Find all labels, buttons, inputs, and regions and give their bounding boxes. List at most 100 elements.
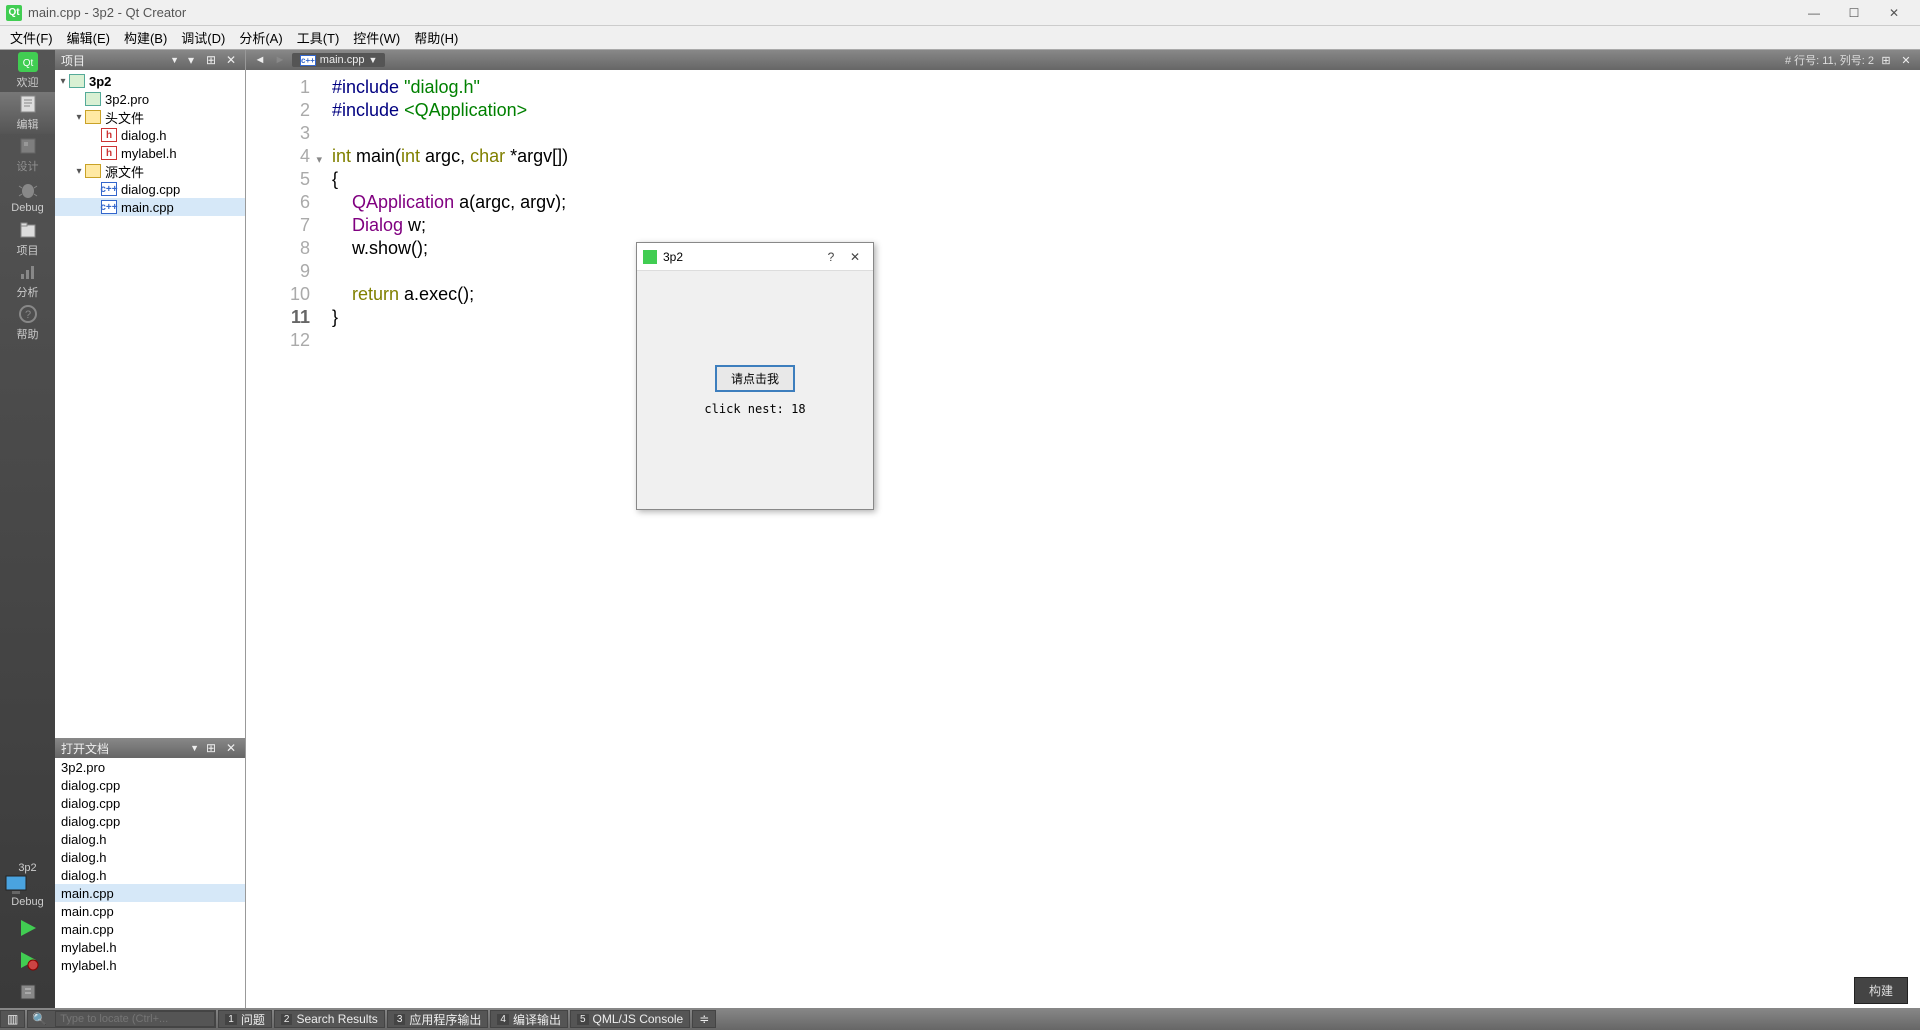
mode-label: 帮助 (17, 326, 39, 342)
project-panel-title: 项目 (61, 52, 166, 69)
running-app-close-button[interactable]: ✕ (843, 250, 867, 264)
running-app-help-button[interactable]: ? (819, 250, 843, 264)
open-doc-item[interactable]: mylabel.h (55, 956, 245, 974)
output-pane-1[interactable]: 1问题 (218, 1010, 272, 1028)
chevron-down-icon[interactable]: ▼ (368, 55, 377, 65)
tree-row[interactable]: h mylabel.h (55, 144, 245, 162)
open-doc-item[interactable]: dialog.cpp (55, 812, 245, 830)
tree-label: main.cpp (121, 200, 174, 215)
output-pane-5[interactable]: 5QML/JS Console (570, 1010, 690, 1028)
click-count-label: click nest: 18 (704, 402, 805, 416)
maximize-button[interactable]: ☐ (1834, 1, 1874, 25)
main-area: Qt欢迎编辑设计Debug 项目分析? 帮助 3p2 Debug 项目 ▼ ▾ ⊞ … (0, 50, 1920, 1008)
mode-欢迎[interactable]: Qt欢迎 (0, 50, 55, 92)
kit-project-label: 3p2 (2, 862, 53, 874)
output-pane-3[interactable]: 3应用程序输出 (387, 1010, 489, 1028)
open-docs-list[interactable]: 3p2.prodialog.cppdialog.cppdialog.cppdia… (55, 758, 245, 1008)
menu-item[interactable]: 工具(T) (291, 26, 346, 49)
locator[interactable]: 🔍 (27, 1010, 216, 1028)
menu-item[interactable]: 文件(F) (4, 26, 59, 49)
open-doc-item[interactable]: dialog.h (55, 848, 245, 866)
output-pane-4[interactable]: 4编译输出 (490, 1010, 568, 1028)
split-icon[interactable]: ⊞ (203, 52, 219, 68)
proj-icon (17, 220, 39, 240)
menu-item[interactable]: 构建(B) (118, 26, 173, 49)
tree-row[interactable]: ▾3p2 (55, 72, 245, 90)
file-tab[interactable]: c++ main.cpp ▼ (292, 53, 385, 67)
open-doc-item[interactable]: 3p2.pro (55, 758, 245, 776)
mode-分析[interactable]: 分析 (0, 260, 55, 302)
chart-icon (17, 262, 39, 282)
filter-icon[interactable]: ▾ (183, 52, 199, 68)
tree-row[interactable]: ▾头文件 (55, 108, 245, 126)
svg-text:Qt: Qt (22, 58, 33, 69)
build-progress-badge[interactable]: 构建 (1854, 977, 1908, 1004)
click-me-button[interactable]: 请点击我 (715, 365, 795, 392)
project-icon (69, 74, 85, 88)
mode-bar: Qt欢迎编辑设计Debug 项目分析? 帮助 3p2 Debug (0, 50, 55, 1008)
mode-label: 编辑 (17, 116, 39, 132)
tree-row[interactable]: hdialog.h (55, 126, 245, 144)
output-pane-2[interactable]: 2Search Results (274, 1010, 385, 1028)
menu-item[interactable]: 调试(D) (175, 26, 231, 49)
code-editor[interactable]: 1234▾56789101112 #include "dialog.h"#inc… (246, 70, 1920, 1008)
tree-row[interactable]: ▾源文件 (55, 162, 245, 180)
h-icon: h (101, 128, 117, 142)
close-button[interactable]: ✕ (1874, 1, 1914, 25)
debug-run-button[interactable] (0, 944, 55, 976)
tree-row[interactable]: c++main.cpp (55, 198, 245, 216)
code-content[interactable]: #include "dialog.h"#include <QApplicatio… (318, 70, 568, 1008)
open-doc-item[interactable]: main.cpp (55, 884, 245, 902)
nav-fwd-button[interactable]: ► (272, 54, 288, 66)
mode-设计[interactable]: 设计 (0, 134, 55, 176)
tree-label: mylabel.h (121, 146, 177, 161)
locator-input[interactable] (55, 1011, 215, 1027)
mode-编辑[interactable]: 编辑 (0, 92, 55, 134)
tree-row[interactable]: 3p2.pro (55, 90, 245, 108)
open-doc-item[interactable]: main.cpp (55, 920, 245, 938)
mode-Debug[interactable]: Debug (0, 176, 55, 218)
running-app-titlebar[interactable]: 3p2 ? ✕ (637, 243, 873, 271)
split-icon[interactable]: ⊞ (203, 740, 219, 756)
output-dropdown-button[interactable]: ≑ (692, 1010, 716, 1028)
menu-item[interactable]: 帮助(H) (408, 26, 464, 49)
minimize-button[interactable]: — (1794, 1, 1834, 25)
build-button[interactable] (0, 976, 55, 1008)
mode-帮助[interactable]: ? 帮助 (0, 302, 55, 344)
nav-back-button[interactable]: ◄ (252, 54, 268, 66)
menu-item[interactable]: 分析(A) (233, 26, 288, 49)
panel-close-icon[interactable]: ✕ (223, 52, 239, 68)
open-doc-item[interactable]: main.cpp (55, 902, 245, 920)
open-doc-item[interactable]: mylabel.h (55, 938, 245, 956)
h-icon: h (101, 146, 117, 160)
open-docs-header: 打开文档 ▼ ⊞ ✕ (55, 738, 245, 758)
window-title: main.cpp - 3p2 - Qt Creator (28, 5, 1794, 20)
toggle-sidebar-button[interactable]: ▥ (0, 1010, 25, 1028)
cpp-icon: c++ (300, 55, 316, 66)
open-doc-item[interactable]: dialog.h (55, 830, 245, 848)
open-doc-item[interactable]: dialog.cpp (55, 776, 245, 794)
tree-row[interactable]: c++dialog.cpp (55, 180, 245, 198)
project-tree[interactable]: ▾3p23p2.pro▾头文件hdialog.hhmylabel.h▾源文件c+… (55, 70, 245, 738)
svg-text:?: ? (24, 309, 30, 321)
mode-label: 项目 (17, 242, 39, 258)
mode-项目[interactable]: 项目 (0, 218, 55, 260)
folder-icon (85, 164, 101, 178)
cursor-position: # 行号: 11, 列号: 2 (1785, 52, 1874, 68)
run-button[interactable] (0, 912, 55, 944)
menu-item[interactable]: 控件(W) (347, 26, 406, 49)
qt-icon: Qt (17, 52, 39, 72)
split-editor-icon[interactable]: ⊞ (1878, 54, 1894, 67)
pro-icon (85, 92, 101, 106)
fold-icon[interactable]: ▾ (316, 149, 322, 172)
open-docs-title: 打开文档 (61, 740, 186, 757)
open-doc-item[interactable]: dialog.cpp (55, 794, 245, 812)
kit-selector[interactable]: 3p2 Debug (0, 858, 55, 912)
panel-close-icon[interactable]: ✕ (223, 740, 239, 756)
project-panel-header: 项目 ▼ ▾ ⊞ ✕ (55, 50, 245, 70)
close-editor-icon[interactable]: ✕ (1898, 54, 1914, 67)
chevron-down-icon[interactable]: ▼ (170, 55, 179, 65)
chevron-down-icon[interactable]: ▼ (190, 743, 199, 753)
menu-item[interactable]: 编辑(E) (61, 26, 116, 49)
open-doc-item[interactable]: dialog.h (55, 866, 245, 884)
